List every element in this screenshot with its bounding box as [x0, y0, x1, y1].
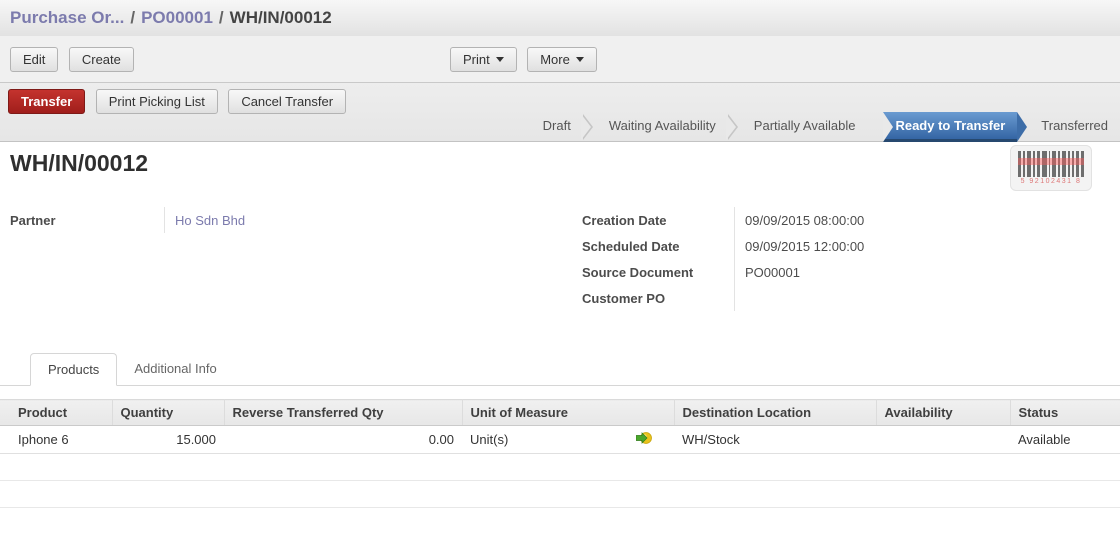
cell-destination: WH/Stock [674, 425, 876, 454]
print-label: Print [463, 51, 490, 67]
create-button[interactable]: Create [68, 46, 134, 72]
status-step-ready-to-transfer[interactable]: Ready to Transfer [883, 112, 1028, 142]
field-group-right: Creation Date 09/09/2015 08:00:00 Schedu… [582, 207, 864, 311]
toolbar: Edit Create Print More [0, 36, 1120, 83]
field-groups: Partner Ho Sdn Bhd Creation Date 09/09/2… [0, 207, 1120, 311]
products-table: Product Quantity Reverse Transferred Qty… [0, 399, 1120, 535]
caret-down-icon [575, 56, 584, 62]
cell-quantity: 15.000 [112, 425, 224, 454]
tab-additional-info[interactable]: Additional Info [117, 353, 233, 386]
statusbar: Draft Waiting Availability Partially Ava… [531, 112, 1120, 142]
creation-date-label: Creation Date [582, 207, 735, 233]
caret-down-icon [495, 56, 504, 62]
form-header: Transfer Print Picking List Cancel Trans… [0, 83, 1120, 142]
status-step-transferred[interactable]: Transferred [1029, 112, 1120, 142]
cell-status: Available [1010, 425, 1120, 454]
breadcrumb-po00001[interactable]: PO00001 [141, 8, 213, 28]
breadcrumb-current: WH/IN/00012 [229, 8, 332, 27]
notebook-tabs: Products Additional Info [0, 353, 1120, 386]
status-step-draft[interactable]: Draft [531, 112, 583, 142]
cell-reverse-qty: 0.00 [224, 425, 462, 454]
status-step-partially-available[interactable]: Partially Available [742, 112, 868, 142]
table-header-row: Product Quantity Reverse Transferred Qty… [0, 399, 1120, 426]
cell-uom: Unit(s) [470, 432, 509, 447]
breadcrumb-separator: / [130, 8, 136, 27]
empty-row [0, 453, 1120, 481]
more-dropdown-button[interactable]: More [527, 46, 597, 72]
print-dropdown-button[interactable]: Print [450, 46, 517, 72]
customer-po-label: Customer PO [582, 285, 735, 311]
col-quantity[interactable]: Quantity [112, 399, 225, 426]
empty-row [0, 480, 1120, 508]
cancel-transfer-button[interactable]: Cancel Transfer [228, 89, 347, 114]
field-group-left: Partner Ho Sdn Bhd [10, 207, 582, 311]
partner-label: Partner [10, 207, 165, 233]
source-document-label: Source Document [582, 259, 735, 285]
table-row[interactable]: Iphone 6 15.000 0.00 Unit(s) WH/Stock Av… [0, 425, 1120, 454]
transfer-button[interactable]: Transfer [8, 89, 86, 114]
barcode-bars [1018, 151, 1084, 177]
print-picking-list-button[interactable]: Print Picking List [95, 89, 218, 114]
creation-date-value: 09/09/2015 08:00:00 [745, 212, 865, 228]
tab-products[interactable]: Products [30, 353, 118, 386]
chevron-right-icon [725, 114, 742, 140]
barcode-laser [1018, 158, 1084, 165]
breadcrumb-purchase-orders[interactable]: Purchase Or... [10, 8, 124, 28]
source-document-value: PO00001 [745, 264, 800, 280]
status-step-waiting-availability[interactable]: Waiting Availability [597, 112, 728, 142]
col-availability[interactable]: Availability [876, 399, 1011, 426]
breadcrumb: Purchase Or... / PO00001 / WH/IN/00012 [0, 0, 1120, 36]
edit-button[interactable]: Edit [10, 46, 59, 72]
more-label: More [540, 51, 570, 67]
col-destination-location[interactable]: Destination Location [674, 399, 877, 426]
col-product[interactable]: Product [0, 399, 113, 426]
barcode-digits: 5 92102431 8 [1020, 178, 1082, 185]
cell-product: Iphone 6 [0, 425, 112, 454]
col-unit-of-measure[interactable]: Unit of Measure [462, 399, 675, 426]
partner-value[interactable]: Ho Sdn Bhd [165, 213, 245, 228]
scheduled-date-label: Scheduled Date [582, 233, 735, 259]
breadcrumb-separator: / [218, 8, 224, 27]
move-operation-icon[interactable] [635, 431, 652, 448]
empty-row [0, 508, 1120, 535]
col-status[interactable]: Status [1010, 399, 1120, 426]
form-sheet: WH/IN/00012 5 92102431 8 Partner Ho Sdn … [0, 142, 1120, 536]
barcode-icon: 5 92102431 8 [1010, 145, 1092, 191]
scheduled-date-value: 09/09/2015 12:00:00 [745, 238, 865, 254]
chevron-right-icon [580, 114, 597, 140]
col-reverse-transferred-qty[interactable]: Reverse Transferred Qty [224, 399, 463, 426]
cell-availability [876, 425, 1010, 454]
page-title: WH/IN/00012 [10, 150, 149, 176]
